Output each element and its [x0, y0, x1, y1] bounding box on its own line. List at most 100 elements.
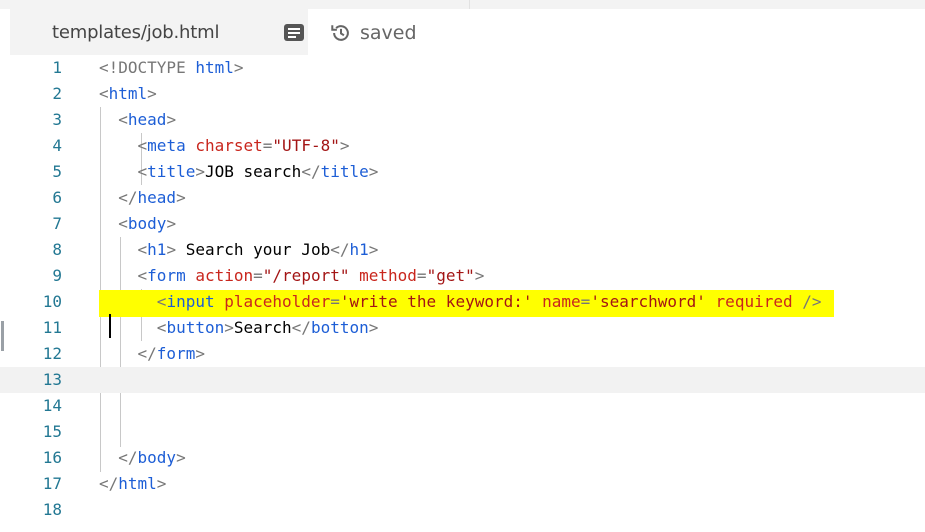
- code-token: >: [166, 214, 177, 233]
- code-line[interactable]: 18: [0, 497, 925, 523]
- code-token: =: [580, 292, 591, 311]
- code-token: body: [127, 214, 167, 233]
- code-token: name: [542, 292, 581, 311]
- code-line[interactable]: 10 <input placeholder='write the keyword…: [0, 289, 925, 317]
- code-text[interactable]: </form>: [99, 341, 205, 367]
- code-text[interactable]: </head>: [99, 185, 185, 211]
- code-token: html: [118, 474, 157, 493]
- code-line[interactable]: 17 </html>: [0, 471, 925, 497]
- line-number: 4: [52, 136, 62, 155]
- file-tab[interactable]: templates/job.html: [10, 9, 308, 55]
- code-token: >: [176, 448, 186, 467]
- code-line[interactable]: 9 <form action="/report" method="get">: [0, 263, 925, 289]
- code-token: =: [416, 266, 427, 285]
- code-line[interactable]: 1 <!DOCTYPE html>: [0, 55, 925, 81]
- code-line[interactable]: 7 <body>: [0, 211, 925, 237]
- line-number: 1: [52, 58, 62, 77]
- code-token: </: [99, 474, 119, 493]
- code-token: =: [330, 292, 340, 311]
- code-token: <: [156, 318, 167, 337]
- line-number: 3: [52, 110, 62, 129]
- code-token: placeholder: [224, 292, 331, 311]
- file-tab-name[interactable]: templates/job.html: [52, 22, 219, 43]
- document-icon[interactable]: [284, 24, 304, 41]
- code-line[interactable]: 4 <meta charset="UTF-8">: [0, 133, 925, 159]
- code-token: =: [253, 266, 263, 285]
- code-line[interactable]: 2 <html>: [0, 81, 925, 107]
- code-token: 'searchword': [590, 292, 706, 311]
- code-line[interactable]: 15: [0, 419, 925, 445]
- code-line[interactable]: 16 </body>: [0, 445, 925, 471]
- code-token: >: [156, 474, 167, 493]
- code-text[interactable]: <title>JOB search</title>: [99, 159, 379, 185]
- code-text[interactable]: <body>: [99, 211, 176, 237]
- code-line[interactable]: 13: [0, 367, 925, 393]
- code-token: >: [195, 162, 205, 181]
- line-number: 13: [42, 370, 62, 389]
- code-token: <: [99, 84, 109, 103]
- tab-bar: templates/job.html saved: [0, 9, 925, 55]
- code-token: >: [368, 318, 379, 337]
- code-token: />: [802, 292, 822, 311]
- code-token: html: [195, 58, 234, 77]
- code-token: h1: [147, 240, 167, 259]
- code-text[interactable]: <head>: [99, 107, 176, 133]
- history-icon: [331, 25, 349, 41]
- code-editor[interactable]: 1 <!DOCTYPE html> 2 <html> 3 <head> 4 <meta c…: [0, 55, 925, 532]
- code-text[interactable]: <form action="/report" method="get">: [99, 263, 485, 289]
- code-token: <: [137, 266, 148, 285]
- code-token: JOB search: [204, 162, 302, 181]
- code-token: "UTF-8": [272, 136, 340, 155]
- code-line[interactable]: 6 </head>: [0, 185, 925, 211]
- code-token: <: [118, 110, 128, 129]
- line-number: 18: [42, 500, 62, 519]
- code-line[interactable]: 12 </form>: [0, 341, 925, 367]
- code-token: "/report": [262, 266, 350, 285]
- code-token: head: [137, 188, 177, 207]
- code-token: meta: [147, 136, 196, 155]
- code-line[interactable]: 3 <head>: [0, 107, 925, 133]
- highlighted-code: <input placeholder='write the keyword:' …: [99, 290, 834, 317]
- code-token: >: [368, 162, 379, 181]
- code-token: 'write the keyword:': [339, 292, 533, 311]
- code-token: >: [166, 240, 177, 259]
- code-text[interactable]: </body>: [99, 445, 186, 471]
- code-token: >: [339, 136, 350, 155]
- code-token: charset: [195, 136, 263, 155]
- line-number: 8: [52, 240, 62, 259]
- code-token: action: [195, 266, 254, 285]
- line-number: 5: [52, 162, 62, 181]
- code-text[interactable]: <!DOCTYPE html>: [99, 55, 244, 81]
- code-text[interactable]: <html>: [99, 81, 157, 107]
- code-text[interactable]: <button>Search</botton>: [99, 315, 379, 341]
- code-text[interactable]: </html>: [99, 471, 166, 497]
- code-token: <: [137, 162, 148, 181]
- code-line[interactable]: 8 <h1> Search your Job</h1>: [0, 237, 925, 263]
- line-number: 2: [52, 84, 62, 103]
- code-token: >: [166, 110, 177, 129]
- code-token: Search: [233, 318, 292, 337]
- code-token: </: [137, 344, 157, 363]
- code-token: "get": [426, 266, 475, 285]
- code-text[interactable]: <h1> Search your Job</h1>: [99, 237, 379, 263]
- line-number: 12: [42, 344, 62, 363]
- code-text[interactable]: <input placeholder='write the keyword:' …: [99, 289, 834, 317]
- line-number: 16: [42, 448, 62, 467]
- code-token: form: [156, 344, 196, 363]
- code-text[interactable]: <meta charset="UTF-8">: [99, 133, 350, 159]
- code-token: h1: [349, 240, 369, 259]
- code-line[interactable]: 14: [0, 393, 925, 419]
- code-line[interactable]: 11 <button>Search</botton>: [0, 315, 925, 341]
- code-line[interactable]: 5 <title>JOB search</title>: [0, 159, 925, 185]
- code-token: body: [137, 448, 177, 467]
- gutter-scroll-marker: [1, 321, 4, 351]
- code-token: html: [108, 84, 148, 103]
